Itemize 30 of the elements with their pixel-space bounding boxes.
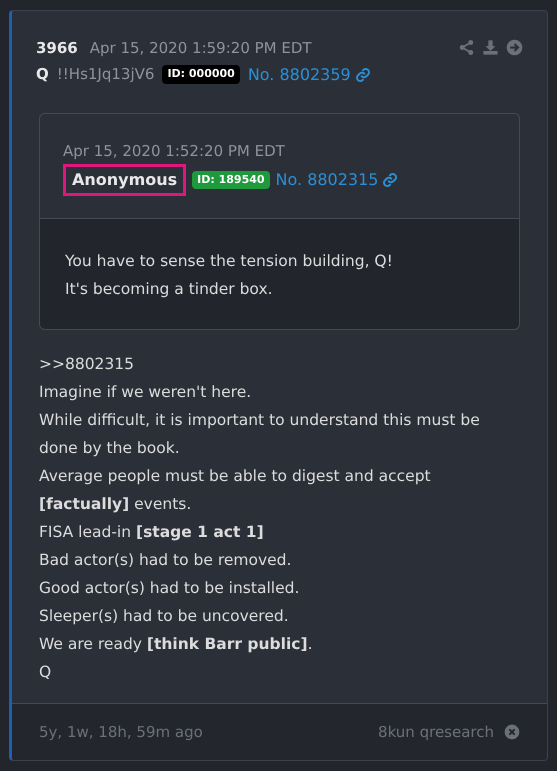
post-link[interactable]: No. 8802315 — [276, 168, 398, 192]
post-text-line: Sleeper(s) had to be uncovered. — [39, 606, 290, 627]
post-number: 3966 — [36, 38, 78, 59]
share-icon[interactable] — [458, 39, 475, 56]
link-icon — [382, 172, 398, 188]
arrow-right-icon[interactable] — [506, 39, 523, 56]
author-name: Anonymous — [63, 164, 186, 196]
post-text-line: Q — [39, 662, 52, 683]
quote-timestamp: Apr 15, 2020 1:52:20 PM EDT — [63, 140, 286, 162]
post-text-line: While difficult, it is important to understand this must be done by the book. — [39, 410, 481, 459]
post-text-line: Good actor(s) had to be installed. — [39, 578, 300, 599]
quote-text-line: You have to sense the tension building, Q! — [65, 251, 394, 272]
post-text-line: >>8802315 — [39, 354, 136, 375]
id-badge: ID: 000000 — [162, 65, 240, 84]
link-icon — [354, 66, 371, 82]
post-timestamp: Apr 15, 2020 1:59:20 PM EDT — [90, 38, 312, 59]
tripcode: !!Hs1Jq13jV6 — [56, 64, 154, 86]
post-text-line: Bad actor(s) had to be removed. — [39, 550, 292, 571]
quote-text-line: It's becoming a tinder box. — [65, 279, 274, 300]
post-text-line: Average people must be able to digest and accept [factually] events. — [39, 466, 432, 515]
id-badge: ID: 189540 — [192, 170, 270, 190]
post-text-line: We are ready [think Barr public]. — [39, 634, 314, 655]
post-text-line: Imagine if we weren't here. — [39, 382, 252, 403]
close-icon[interactable] — [504, 724, 520, 740]
author-name: Q — [36, 64, 49, 86]
post-age: 5y, 1w, 18h, 59m ago — [39, 722, 203, 743]
post-text-line: FISA lead-in [stage 1 act 1] — [39, 522, 265, 543]
download-icon[interactable] — [482, 39, 499, 56]
post-link[interactable]: No. 8802359 — [248, 62, 371, 86]
source-label: 8kun qresearch — [378, 722, 494, 743]
